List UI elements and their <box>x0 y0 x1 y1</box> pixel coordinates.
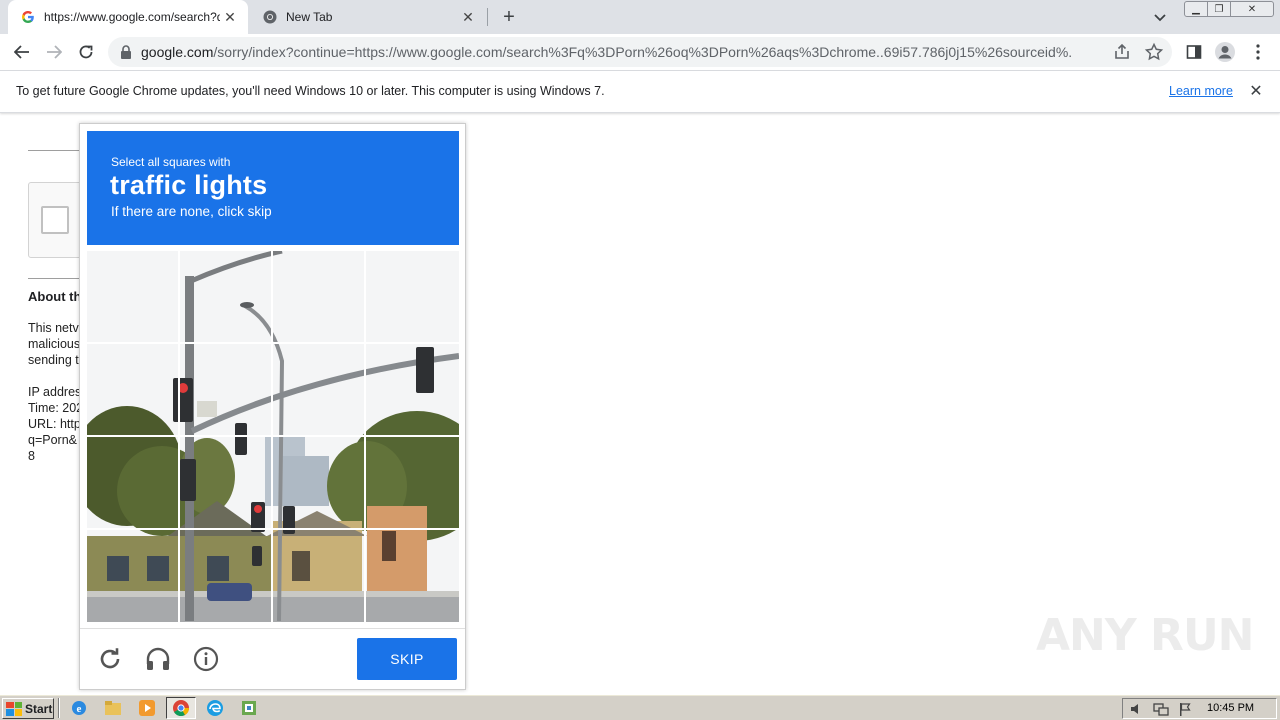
challenge-note: If there are none, click skip <box>111 204 272 219</box>
reload-challenge-icon[interactable] <box>95 644 125 674</box>
image-tile-1-3[interactable] <box>273 251 364 341</box>
menu-kebab-icon[interactable] <box>1246 40 1270 64</box>
footer-divider <box>80 628 465 629</box>
share-icon[interactable] <box>1112 42 1132 62</box>
close-tab-icon[interactable]: ✕ <box>458 7 478 27</box>
taskbar-separator <box>58 698 60 718</box>
about-heading: About th <box>28 289 82 304</box>
challenge-image <box>72 248 487 622</box>
watermark-text: ANY RUN <box>1036 610 1254 661</box>
speaker-icon[interactable] <box>1129 701 1145 717</box>
image-tile-3-4[interactable] <box>366 437 457 527</box>
image-tile-2-1[interactable] <box>87 344 178 434</box>
image-tile-4-3[interactable] <box>273 530 364 620</box>
chrome-icon <box>262 9 278 25</box>
close-tab-icon[interactable]: ✕ <box>220 7 240 27</box>
side-panel-icon[interactable] <box>1182 40 1206 64</box>
google-g-icon <box>20 9 36 25</box>
page-text-line: IP addres <box>28 385 82 399</box>
lock-icon[interactable] <box>120 45 132 59</box>
bookmark-star-icon[interactable] <box>1144 42 1164 62</box>
image-tile-4-1[interactable] <box>87 530 178 620</box>
tab-divider <box>487 8 488 26</box>
forward-arrow-icon[interactable] <box>42 40 66 64</box>
close-window-icon[interactable]: ✕ <box>1230 1 1274 17</box>
url-host: google.com <box>141 44 214 60</box>
image-tile-1-1[interactable] <box>87 251 178 341</box>
challenge-instruction: Select all squares with <box>111 155 231 169</box>
new-tab-plus-icon[interactable]: + <box>498 6 520 28</box>
chrome-taskbar-icon[interactable] <box>166 697 196 719</box>
tab-strip: https://www.google.com/search?q= ✕ New T… <box>0 0 1280 34</box>
page-text-line: malicious <box>28 337 81 351</box>
page-text-line: Time: 202 <box>28 401 84 415</box>
chevron-down-icon[interactable] <box>1150 8 1170 28</box>
close-icon[interactable]: ✕ <box>1248 84 1264 100</box>
edge-icon[interactable] <box>200 697 230 719</box>
system-tray: 10:45 PM <box>1122 698 1277 719</box>
reload-icon[interactable] <box>74 40 98 64</box>
image-tile-1-4[interactable] <box>366 251 457 341</box>
learn-more-link[interactable]: Learn more <box>1169 84 1233 98</box>
internet-explorer-icon[interactable]: e <box>64 697 94 719</box>
page-text-line: q=Porn& <box>28 433 77 447</box>
tab-google-search[interactable]: https://www.google.com/search?q= ✕ <box>8 0 248 34</box>
tab-title: New Tab <box>286 10 333 24</box>
anyrun-watermark: ANY RUN <box>1036 610 1254 661</box>
image-tile-2-3[interactable] <box>273 344 364 434</box>
image-tile-2-4[interactable] <box>366 344 457 434</box>
info-icon[interactable] <box>191 644 221 674</box>
update-infobar: To get future Google Chrome updates, you… <box>0 71 1280 113</box>
challenge-object: traffic lights <box>110 170 268 200</box>
url-text[interactable]: google.com/sorry/index?continue=https://… <box>141 44 1071 60</box>
page-text-line: This netv <box>28 321 79 335</box>
installer-icon[interactable] <box>234 697 264 719</box>
infobar-message: To get future Google Chrome updates, you… <box>16 84 605 98</box>
image-tile-1-2[interactable] <box>180 251 271 341</box>
back-arrow-icon[interactable] <box>10 40 34 64</box>
image-tile-4-2[interactable] <box>180 530 271 620</box>
challenge-header: Select all squares with traffic lights I… <box>87 131 459 245</box>
page-text-line: sending t <box>28 353 79 367</box>
image-tile-3-1[interactable] <box>87 437 178 527</box>
minimize-window-icon[interactable]: ▁ <box>1184 1 1208 17</box>
image-tile-2-2[interactable] <box>180 344 271 434</box>
windows-taskbar: Start e 10:45 PM <box>0 694 1280 720</box>
tab-new-tab[interactable]: New Tab ✕ <box>250 0 486 34</box>
start-button[interactable]: Start <box>2 698 54 719</box>
browser-toolbar: google.com/sorry/index?continue=https://… <box>0 34 1280 71</box>
image-tile-3-2[interactable] <box>180 437 271 527</box>
address-bar[interactable]: google.com/sorry/index?continue=https://… <box>108 37 1172 67</box>
page-text-line: URL: http <box>28 417 81 431</box>
image-tile-3-3[interactable] <box>273 437 364 527</box>
profile-avatar-icon[interactable] <box>1213 40 1237 64</box>
image-tile-4-4[interactable] <box>366 530 457 620</box>
svg-text:e: e <box>77 703 82 715</box>
recaptcha-checkbox[interactable] <box>41 206 69 234</box>
skip-button[interactable]: SKIP <box>357 638 457 680</box>
page-text-line: 8 <box>28 449 35 463</box>
headphones-audio-icon[interactable] <box>143 644 173 674</box>
captcha-challenge-dialog: Select all squares with traffic lights I… <box>72 123 487 690</box>
taskbar-clock[interactable]: 10:45 PM <box>1207 702 1254 714</box>
file-explorer-icon[interactable] <box>98 697 128 719</box>
network-icon[interactable] <box>1153 701 1169 717</box>
media-player-icon[interactable] <box>132 697 162 719</box>
tab-title: https://www.google.com/search?q= <box>44 10 220 24</box>
url-path: /sorry/index?continue=https://www.google… <box>213 44 1071 60</box>
windows-logo-icon <box>6 701 22 716</box>
restore-window-icon[interactable]: ❐ <box>1207 1 1231 17</box>
action-center-flag-icon[interactable] <box>1177 701 1193 717</box>
start-label: Start <box>25 701 53 716</box>
